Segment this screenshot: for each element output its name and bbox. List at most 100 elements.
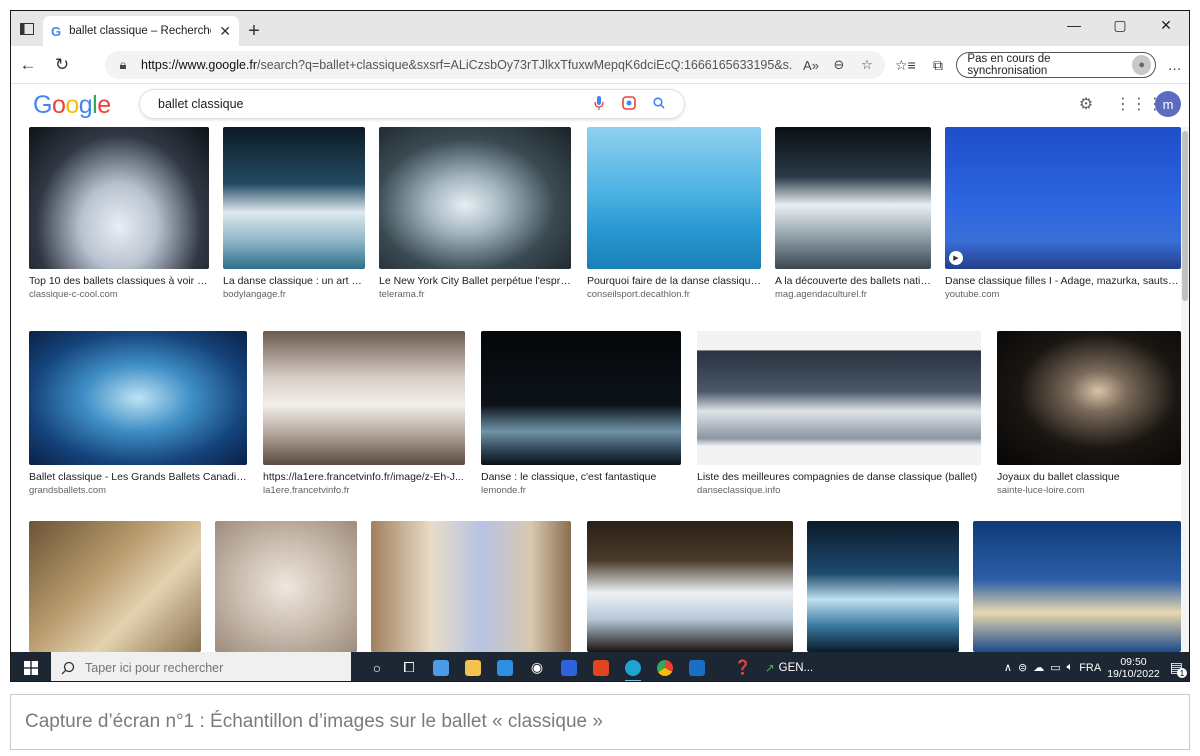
more-options-icon[interactable]: …: [1160, 57, 1189, 73]
result-thumbnail[interactable]: [997, 331, 1181, 465]
result-caption[interactable]: Danse : le classique, c'est fantastique: [481, 471, 681, 483]
result-thumbnail[interactable]: [29, 521, 201, 652]
result-source: sainte-luce-loire.com: [997, 485, 1085, 496]
result-thumbnail[interactable]: [215, 521, 357, 652]
taskbar-app-help[interactable]: ❓: [727, 652, 759, 681]
result-thumbnail[interactable]: ▶: [945, 127, 1181, 269]
language-indicator[interactable]: FRA: [1079, 662, 1101, 674]
result-caption[interactable]: https://la1ere.francetvinfo.fr/image/z-E…: [263, 471, 465, 483]
taskbar-app-github[interactable]: ◉: [521, 652, 553, 681]
image-result[interactable]: Pourquoi faire de la danse classique ? c…: [587, 127, 761, 300]
image-result[interactable]: [29, 521, 201, 652]
result-source: la1ere.francetvinfo.fr: [263, 485, 350, 496]
close-window-button[interactable]: ✕: [1143, 11, 1189, 39]
taskbar-app-edge[interactable]: [617, 652, 649, 681]
taskbar-app-dropbox[interactable]: [553, 652, 585, 681]
volume-icon[interactable]: 🔈︎: [1067, 661, 1074, 674]
result-caption[interactable]: La danse classique : un art q...: [223, 275, 365, 287]
lens-camera-icon[interactable]: [614, 95, 644, 113]
image-result[interactable]: Ballet classique - Les Grands Ballets Ca…: [29, 331, 247, 496]
image-result[interactable]: Danse : le classique, c'est fantastique …: [481, 331, 681, 496]
image-result[interactable]: [371, 521, 571, 652]
result-thumbnail[interactable]: [29, 127, 209, 269]
refresh-icon: ↻: [54, 54, 70, 74]
result-thumbnail[interactable]: [775, 127, 931, 269]
taskbar-app-explorer[interactable]: [457, 652, 489, 681]
url-path: /search?q=ballet+classique&sxsrf=ALiCzsb…: [257, 58, 793, 72]
result-thumbnail[interactable]: [29, 331, 247, 465]
tray-chevron-icon[interactable]: ∧: [1004, 661, 1012, 674]
image-result[interactable]: [973, 521, 1181, 652]
lock-icon[interactable]: 🔒︎: [113, 57, 133, 73]
taskbar-app-photos[interactable]: [681, 652, 713, 681]
notification-button[interactable]: ▤ 1: [1170, 659, 1187, 678]
sync-button[interactable]: Pas en cours de synchronisation ●: [956, 52, 1157, 78]
new-tab-button[interactable]: +: [239, 16, 269, 46]
microphone-icon[interactable]: [584, 95, 614, 113]
settings-gear-icon[interactable]: ⚙: [1075, 94, 1097, 114]
image-result[interactable]: La danse classique : un art q... bodylan…: [223, 127, 365, 300]
start-button[interactable]: [11, 652, 51, 681]
result-caption[interactable]: Le New York City Ballet perpétue l'espri…: [379, 275, 571, 287]
scrollbar-thumb[interactable]: [1182, 131, 1188, 301]
result-thumbnail[interactable]: [587, 521, 793, 652]
page-scrollbar[interactable]: [1181, 127, 1189, 652]
image-result[interactable]: ▶ Danse classique filles I - Adage, mazu…: [945, 127, 1181, 300]
restore-button[interactable]: ▢: [1097, 11, 1143, 39]
result-caption[interactable]: Joyaux du ballet classique: [997, 471, 1181, 483]
favorite-add-icon[interactable]: ☆: [857, 57, 877, 73]
result-thumbnail[interactable]: [481, 331, 681, 465]
task-view-button[interactable]: ⧠: [393, 652, 425, 681]
result-thumbnail[interactable]: [807, 521, 959, 652]
result-caption[interactable]: Ballet classique - Les Grands Ballets Ca…: [29, 471, 247, 483]
image-result[interactable]: A la découverte des ballets natio... mag…: [775, 127, 931, 300]
taskbar-app-office[interactable]: [585, 652, 617, 681]
taskbar-search-input[interactable]: [85, 660, 341, 675]
search-input[interactable]: [158, 97, 584, 111]
taskbar-app-mail[interactable]: [489, 652, 521, 681]
browser-tab[interactable]: G ballet classique – Recherche Goo ✕: [43, 16, 239, 46]
result-thumbnail[interactable]: [371, 521, 571, 652]
address-bar[interactable]: 🔒︎ https://www.google.fr/search?q=ballet…: [105, 51, 885, 79]
image-result[interactable]: Joyaux du ballet classique sainte-luce-l…: [997, 331, 1181, 496]
zoom-icon[interactable]: ⊖: [829, 57, 849, 73]
result-caption[interactable]: Danse classique filles I - Adage, mazurk…: [945, 275, 1181, 287]
image-result[interactable]: Liste des meilleures compagnies de danse…: [697, 331, 981, 496]
image-result[interactable]: [215, 521, 357, 652]
taskbar-app-chrome[interactable]: [649, 652, 681, 681]
read-aloud-icon[interactable]: A»: [801, 58, 821, 73]
image-result[interactable]: [807, 521, 959, 652]
apps-grid-icon[interactable]: ⋮⋮⋮: [1115, 94, 1163, 114]
collections-icon[interactable]: ⧉: [924, 57, 953, 74]
battery-icon[interactable]: ▭: [1050, 661, 1060, 674]
search-icon[interactable]: [644, 96, 674, 112]
result-thumbnail[interactable]: [587, 127, 761, 269]
result-thumbnail[interactable]: [379, 127, 571, 269]
network-icon[interactable]: ⊜: [1018, 661, 1027, 674]
image-result[interactable]: Top 10 des ballets classiques à voir a..…: [29, 127, 209, 300]
favorites-icon[interactable]: ☆≡: [891, 57, 920, 74]
result-thumbnail[interactable]: [263, 331, 465, 465]
result-caption[interactable]: Top 10 des ballets classiques à voir a..…: [29, 275, 209, 287]
result-thumbnail[interactable]: [223, 127, 365, 269]
cortana-button[interactable]: ○: [361, 652, 393, 681]
minimize-button[interactable]: —: [1051, 11, 1097, 39]
taskbar-app-store[interactable]: [425, 652, 457, 681]
image-result[interactable]: [587, 521, 793, 652]
refresh-button[interactable]: ↻: [45, 46, 79, 84]
result-thumbnail[interactable]: [973, 521, 1181, 652]
clock[interactable]: 09:50 19/10/2022: [1107, 656, 1160, 680]
google-logo[interactable]: Google: [33, 91, 111, 120]
google-account-avatar[interactable]: m: [1155, 91, 1181, 117]
tab-actions-button[interactable]: [11, 11, 43, 46]
result-thumbnail[interactable]: [697, 331, 981, 465]
result-caption[interactable]: Liste des meilleures compagnies de danse…: [697, 471, 981, 483]
result-caption[interactable]: A la découverte des ballets natio...: [775, 275, 931, 287]
cloud-icon[interactable]: ☁: [1033, 661, 1044, 674]
image-result[interactable]: Le New York City Ballet perpétue l'espri…: [379, 127, 571, 300]
image-result[interactable]: https://la1ere.francetvinfo.fr/image/z-E…: [263, 331, 465, 496]
back-button[interactable]: ←: [11, 46, 45, 84]
result-caption[interactable]: Pourquoi faire de la danse classique ?: [587, 275, 761, 287]
close-tab-icon[interactable]: ✕: [219, 23, 231, 40]
taskbar-app-gen[interactable]: ↗ GEN...: [765, 661, 813, 675]
